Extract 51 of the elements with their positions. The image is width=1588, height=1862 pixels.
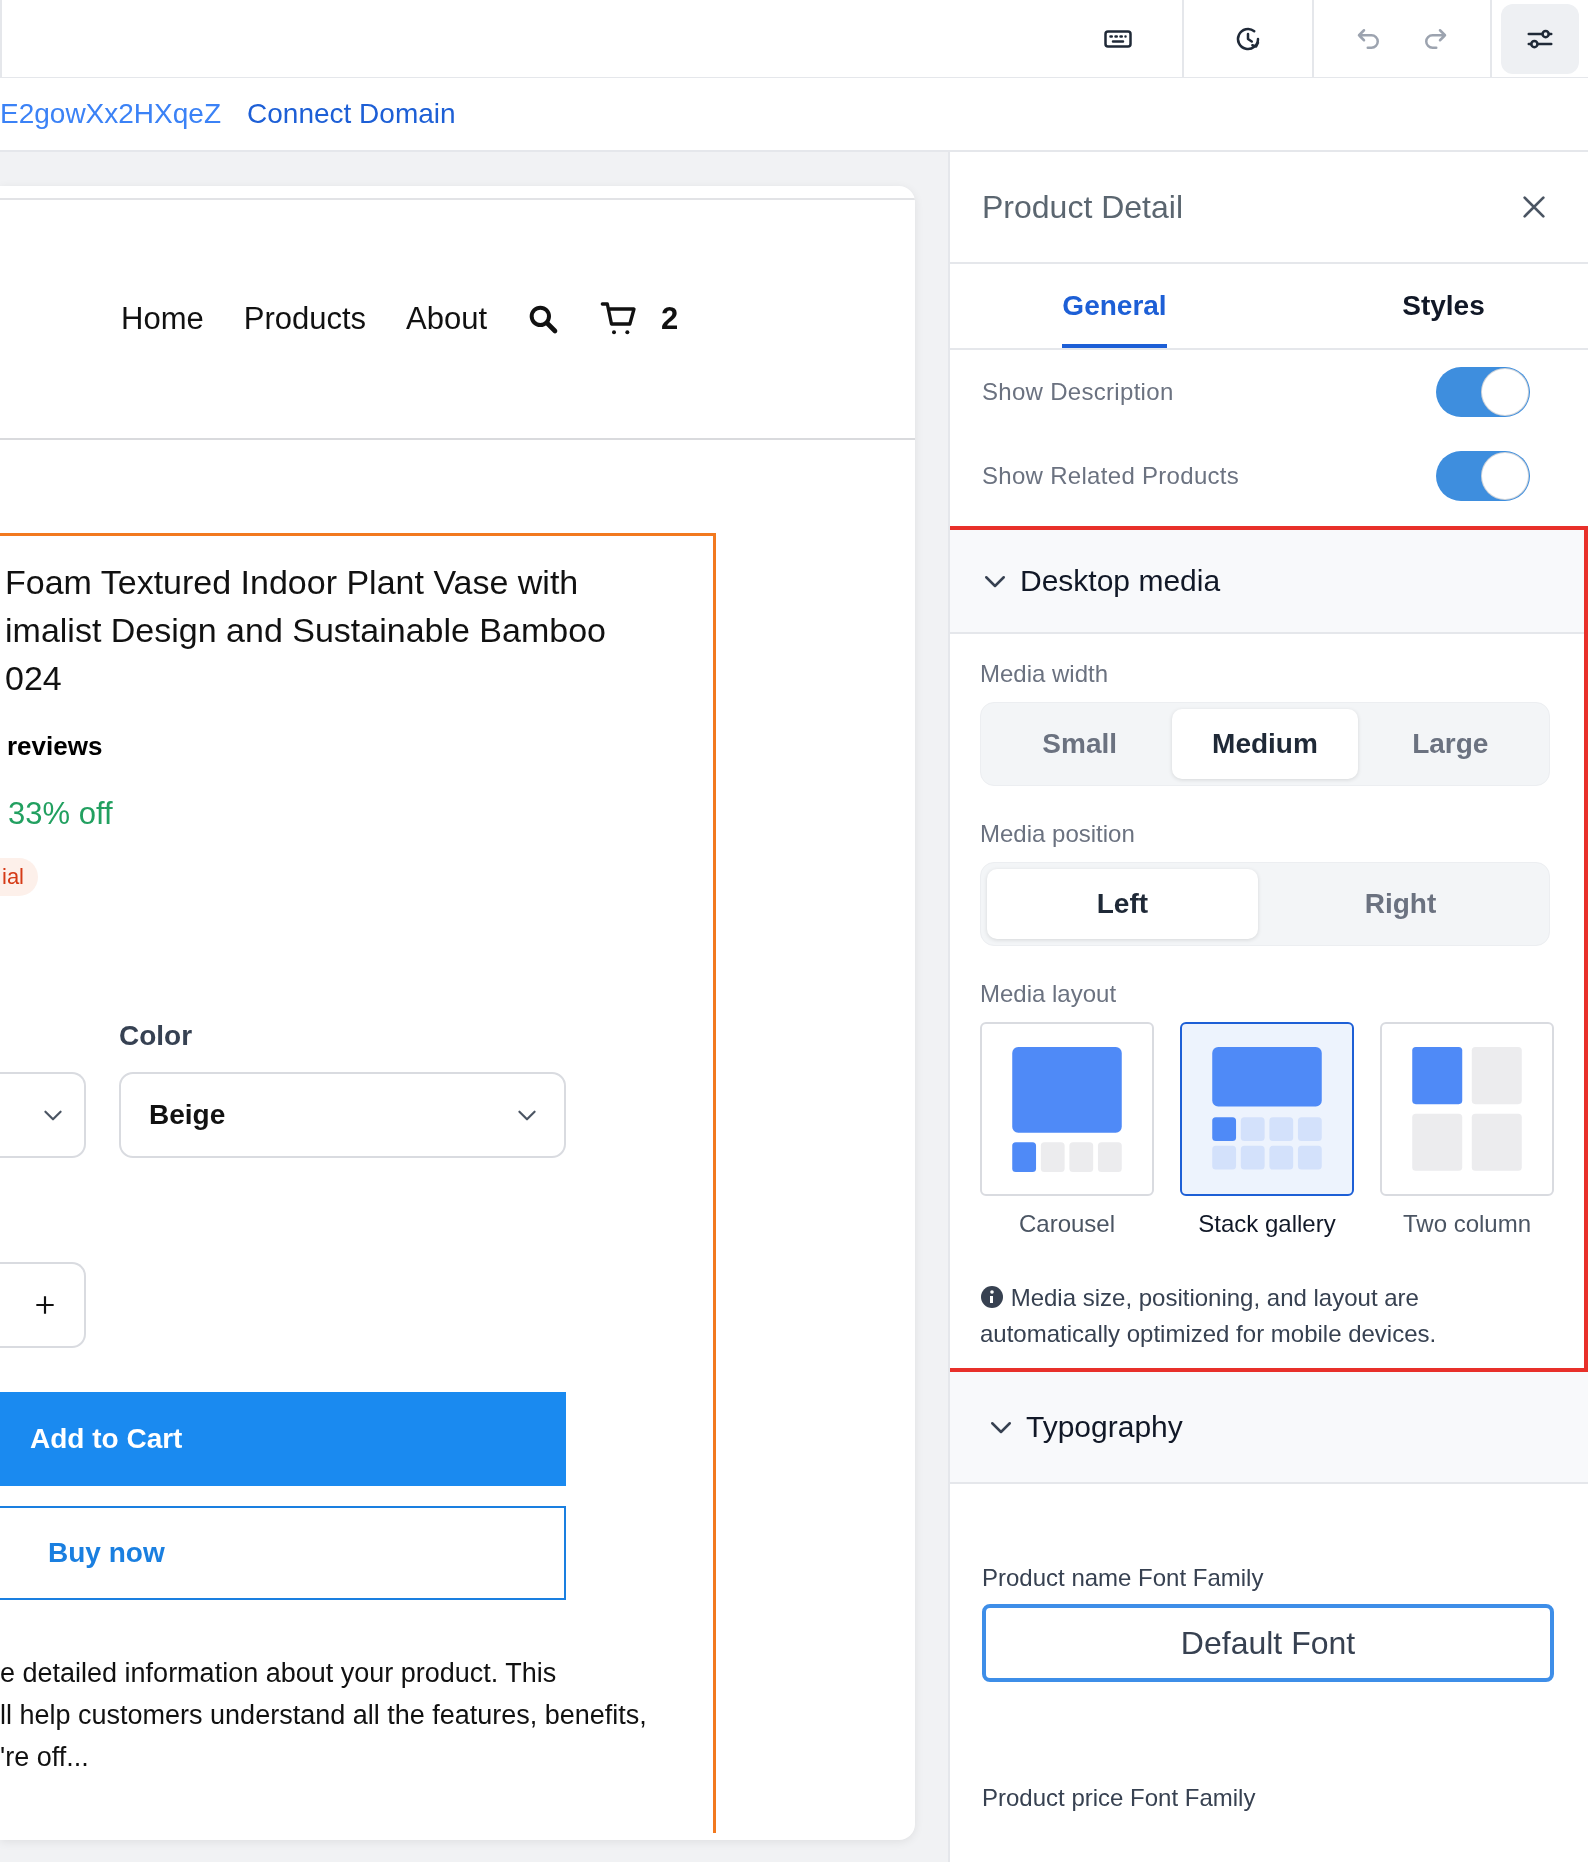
info-note: Media size, positioning, and layout are automatically optimized for mobile devices. xyxy=(980,1283,1438,1349)
layout-label: Two column xyxy=(1402,1210,1532,1238)
cart-count: 2 xyxy=(661,301,679,337)
description-line: ll help customers understand all the features, benefits, xyxy=(0,1699,648,1732)
search-icon[interactable] xyxy=(527,303,560,335)
info-icon xyxy=(980,1285,1004,1309)
field-label: Product price Font Family xyxy=(982,1784,1257,1812)
section-header[interactable]: Typography xyxy=(950,1372,1588,1484)
product-badge: ial xyxy=(0,858,38,896)
toggle-label: Show Description xyxy=(982,378,1174,406)
reviews-text: reviews xyxy=(6,730,104,763)
product-title-line: imalist Design and Sustainable Bamboo xyxy=(5,610,607,651)
toggle-label: Show Related Products xyxy=(982,462,1240,490)
stack-layout-icon xyxy=(1212,1046,1322,1172)
panel-title: Product Detail xyxy=(982,188,1183,226)
two-column-layout-icon xyxy=(1412,1046,1522,1172)
segment-option[interactable]: Right xyxy=(1257,869,1543,939)
segment-option[interactable]: Small xyxy=(987,709,1173,779)
field-label: Media position xyxy=(980,820,1136,848)
description-line: 're off... xyxy=(0,1741,90,1774)
segment-option[interactable]: Left xyxy=(987,869,1258,939)
settings-button[interactable] xyxy=(1501,3,1579,74)
segment-option[interactable]: Large xyxy=(1357,709,1543,779)
nav-link[interactable]: Products xyxy=(243,301,367,337)
field-label: Media layout xyxy=(980,980,1118,1008)
section-header[interactable]: Desktop media xyxy=(950,530,1584,634)
layout-label: Stack gallery xyxy=(1198,1210,1336,1238)
product-title-line: Foam Textured Indoor Plant Vase with xyxy=(5,562,580,603)
buy-now-button[interactable]: Buy now xyxy=(0,1506,566,1600)
segment-option[interactable]: Medium xyxy=(1172,709,1358,779)
tab[interactable]: Styles xyxy=(1402,264,1485,348)
toggle-switch[interactable] xyxy=(1436,451,1530,501)
font-family-field[interactable]: Default Font xyxy=(982,1604,1554,1682)
description-line: e detailed information about your product. This xyxy=(0,1657,558,1690)
discount-text: 33% off xyxy=(7,795,114,833)
carousel-layout-icon xyxy=(1012,1046,1122,1172)
field-label: Media width xyxy=(980,660,1110,688)
connect-domain-link[interactable]: Connect Domain xyxy=(247,98,456,130)
tab[interactable]: General xyxy=(1062,264,1167,348)
layout-option-card[interactable] xyxy=(1180,1022,1354,1196)
site-url-text: E2gowXx2HXqeZ xyxy=(0,98,221,130)
toggle-switch[interactable] xyxy=(1436,367,1530,417)
nav-link[interactable]: About xyxy=(406,301,488,337)
field-label: Product name Font Family xyxy=(982,1564,1265,1592)
dropdown[interactable]: Beige xyxy=(119,1072,566,1158)
option-label: Color xyxy=(119,1020,194,1050)
layout-label: Carousel xyxy=(1018,1210,1115,1238)
nav-link[interactable]: Home xyxy=(121,301,204,337)
dropdown-value: Beige xyxy=(149,1099,226,1131)
add-to-cart-button[interactable]: Add to Cart xyxy=(0,1392,566,1486)
product-title-line: 024 xyxy=(5,658,63,699)
